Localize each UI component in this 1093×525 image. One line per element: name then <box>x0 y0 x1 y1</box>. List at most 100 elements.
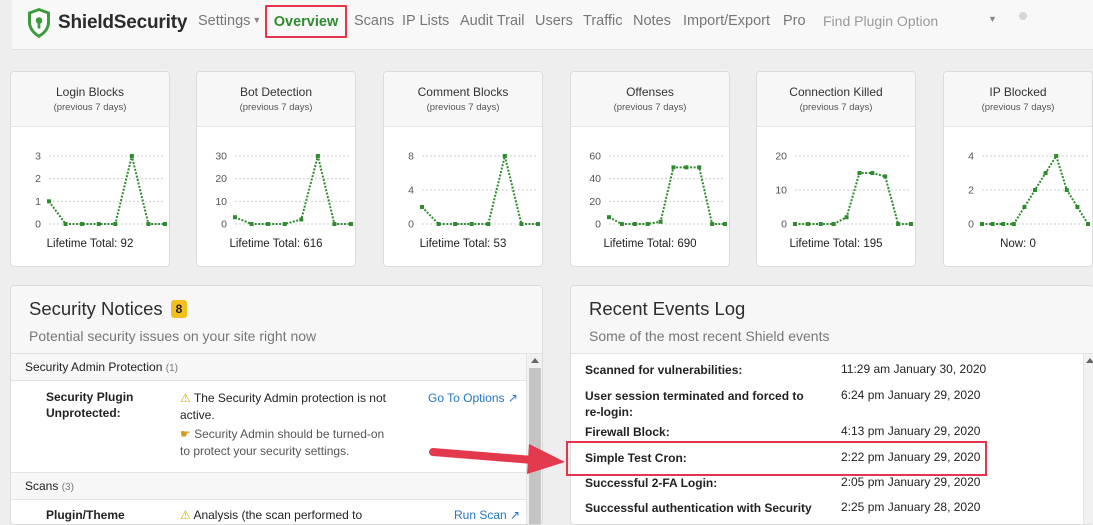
card-subtitle: (previous 7 days) <box>239 102 313 113</box>
data-point <box>315 154 320 158</box>
data-point <box>1064 188 1069 192</box>
event-time: 4:13 pm January 29, 2020 <box>841 424 981 438</box>
card-title: Comment Blocks <box>417 85 509 99</box>
stat-card-ip-blocked: IP Blocked (previous 7 days) 4 2 0 Now: 0 <box>943 71 1093 267</box>
y-tick-label: 4 <box>968 151 974 163</box>
y-tick-label: 40 <box>589 173 601 185</box>
data-point <box>831 222 836 226</box>
data-point <box>129 154 134 158</box>
nav-notes[interactable]: Notes <box>633 13 671 29</box>
data-point <box>883 174 888 179</box>
data-point <box>1054 154 1059 158</box>
card-title: Offenses <box>626 85 674 99</box>
scroll-up-icon[interactable] <box>531 358 539 363</box>
y-tick-label: 0 <box>595 219 601 231</box>
card-footer: Lifetime Total: 616 <box>229 238 323 250</box>
nav-audit-trail[interactable]: Audit Trail <box>460 13 524 29</box>
data-point <box>671 165 676 170</box>
data-point <box>909 222 913 226</box>
data-point <box>332 222 337 226</box>
card-subtitle: (previous 7 days) <box>426 102 500 113</box>
data-point <box>282 222 287 226</box>
event-time: 2:05 pm January 29, 2020 <box>841 475 981 489</box>
event-time: 11:29 am January 30, 2020 <box>841 362 987 376</box>
nav-traffic[interactable]: Traffic <box>583 13 622 29</box>
warning-icon: ⚠ <box>180 508 191 522</box>
card-subtitle: (previous 7 days) <box>53 102 127 113</box>
stat-card-offenses: Offenses (previous 7 days) 60 40 20 0 Lifet… <box>570 71 730 267</box>
data-point <box>697 165 702 170</box>
data-point <box>1075 205 1080 209</box>
notice-label-line: Security Plugin <box>46 390 134 404</box>
data-point <box>980 222 984 226</box>
nav-pro[interactable]: Pro <box>783 13 806 29</box>
plugin-option-search[interactable]: Find Plugin Option ▼ <box>820 8 1004 34</box>
card-title: Bot Detection <box>239 85 313 99</box>
data-point <box>299 217 304 222</box>
notice-label-line: Unprotected: <box>46 406 121 420</box>
data-point <box>420 205 424 209</box>
group-name: Scans <box>25 479 59 493</box>
shield-logo-icon <box>28 8 50 38</box>
notice-label: Security Plugin Unprotected: <box>46 390 156 420</box>
y-tick-label: 10 <box>775 185 787 197</box>
data-point <box>619 222 624 226</box>
series-line <box>608 166 725 225</box>
data-point <box>870 171 875 175</box>
data-point <box>233 215 237 220</box>
nav-settings[interactable]: Settings ▼ <box>198 13 261 29</box>
panel-header: Security Notices 8 Potential security is… <box>11 286 542 354</box>
recent-events-panel: Recent Events Log Some of the most recen… <box>570 285 1093 525</box>
card-header: Bot Detection (previous 7 days) <box>197 72 355 127</box>
security-notices-panel: Security Notices 8 Potential security is… <box>10 285 543 525</box>
nav-overview[interactable]: Overview <box>265 5 347 38</box>
card-subtitle: (previous 7 days) <box>981 102 1055 113</box>
notices-title: Security Notices <box>29 298 163 319</box>
event-label: User session terminated and forced to re… <box>585 389 804 419</box>
y-tick-label: 4 <box>408 185 414 197</box>
data-point <box>857 171 862 175</box>
data-point <box>163 222 167 226</box>
brand-logo[interactable]: ShieldSecurity <box>26 7 187 39</box>
y-tick-label: 60 <box>589 151 601 163</box>
group-name: Security Admin Protection <box>25 360 163 374</box>
pointing-hand-icon: ☛ <box>180 427 191 441</box>
y-tick-label: 10 <box>215 196 227 208</box>
event-label: Scanned for vulnerabilities: <box>585 363 743 377</box>
sparkline-chart: 4 2 0 <box>968 151 1090 231</box>
search-input-placeholder: Find Plugin Option <box>823 13 939 29</box>
stat-card-login-blocks: Login Blocks (previous 7 days) 3 2 1 0 Life… <box>10 71 170 267</box>
data-point <box>1001 222 1006 226</box>
nav-scans[interactable]: Scans <box>354 13 394 29</box>
notice-label: Plugin/Theme <box>46 508 125 522</box>
card-footer: Now: 0 <box>1000 238 1036 250</box>
run-scan-link[interactable]: Run Scan ↗ <box>454 508 520 522</box>
notice-msg-text: Security Admin should be turned-on <box>194 427 385 441</box>
group-count: (1) <box>165 363 178 374</box>
data-point <box>793 222 797 226</box>
scroll-up-icon[interactable] <box>1086 358 1093 363</box>
events-scrollbar[interactable] <box>1083 354 1093 524</box>
warning-icon: ⚠ <box>180 391 191 405</box>
card-header: Offenses (previous 7 days) <box>571 72 729 127</box>
nav-import-export[interactable]: Import/Export <box>683 13 770 29</box>
y-tick-label: 0 <box>781 219 787 231</box>
data-point <box>349 222 353 226</box>
data-point <box>818 222 823 226</box>
card-title: Connection Killed <box>789 85 883 99</box>
notice-group-security-admin[interactable]: Security Admin Protection (1) <box>11 354 526 381</box>
card-header: IP Blocked (previous 7 days) <box>944 72 1092 127</box>
caret-down-icon: ▼ <box>252 15 262 25</box>
group-count: (3) <box>61 482 74 493</box>
go-to-options-link[interactable]: Go To Options ↗ <box>428 391 518 405</box>
dropdown-caret-icon[interactable]: ▼ <box>988 14 997 24</box>
card-subtitle: (previous 7 days) <box>613 102 687 113</box>
nav-users[interactable]: Users <box>535 13 573 29</box>
nav-overview-label: Overview <box>273 13 339 30</box>
data-point <box>80 222 85 226</box>
data-point <box>519 222 524 226</box>
nav-ip-lists[interactable]: IP Lists <box>402 13 449 29</box>
notice-msg-text: The Security Admin protection is not <box>193 391 386 405</box>
event-time: 6:24 pm January 29, 2020 <box>841 388 981 402</box>
series-line <box>795 172 911 225</box>
